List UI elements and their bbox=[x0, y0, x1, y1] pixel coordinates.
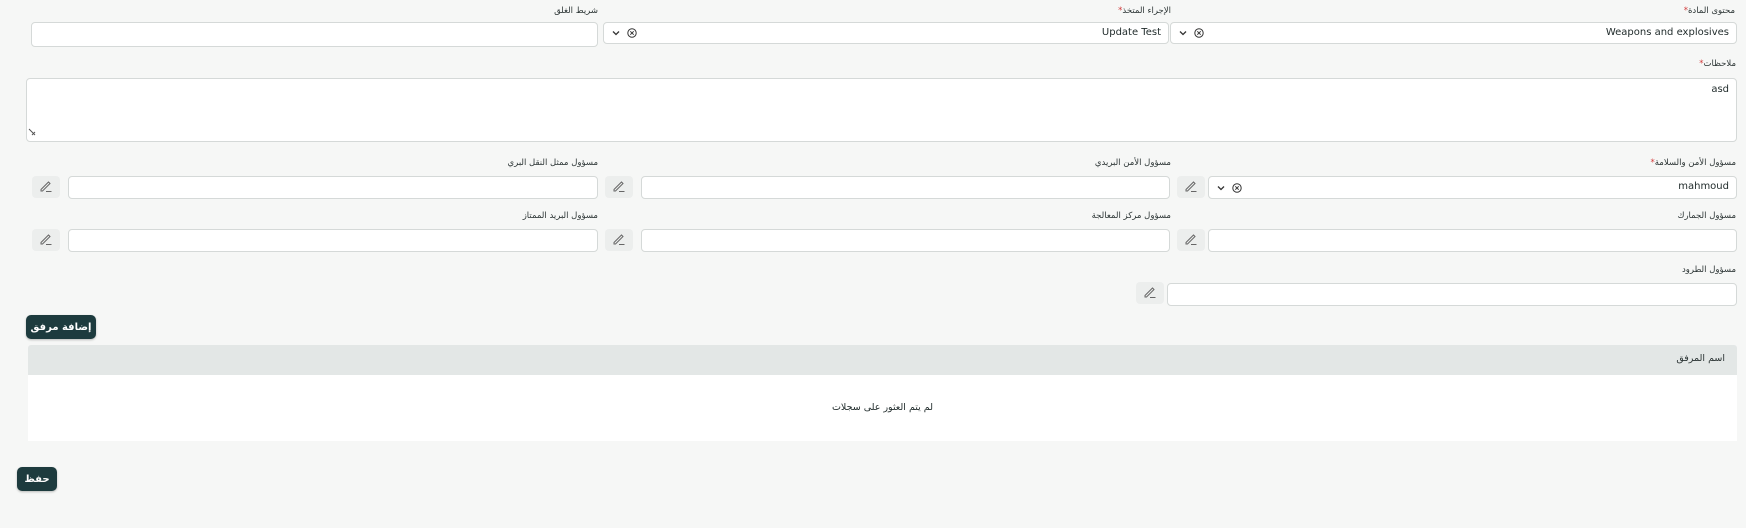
parcels-officer-label: مسؤول الطرود bbox=[1681, 265, 1736, 275]
safety-officer-label: مسؤول الأمن والسلامة* bbox=[1650, 158, 1736, 168]
material-content-label: محتوى المادة* bbox=[1683, 6, 1735, 16]
material-content-select[interactable]: Weapons and explosives bbox=[1170, 22, 1737, 44]
pencil-icon bbox=[39, 231, 53, 250]
safety-officer-edit-button[interactable] bbox=[1177, 176, 1205, 198]
attachments-table-header: اسم المرفق bbox=[28, 345, 1737, 375]
action-taken-select[interactable]: Update Test bbox=[603, 22, 1169, 44]
processing-center-officer-edit-button[interactable] bbox=[605, 229, 633, 251]
chevron-down-icon[interactable] bbox=[612, 30, 620, 36]
notes-value: asd bbox=[1711, 84, 1729, 95]
processing-center-officer-input[interactable] bbox=[641, 229, 1170, 252]
express-mail-officer-input[interactable] bbox=[68, 229, 598, 252]
express-mail-officer-label: مسؤول البريد الممتاز bbox=[522, 211, 598, 221]
land-transport-officer-label: مسؤول ممثل النقل البري bbox=[507, 158, 599, 168]
pencil-icon bbox=[39, 178, 53, 197]
safety-officer-select[interactable]: mahmoud bbox=[1208, 176, 1737, 199]
action-taken-label: الإجراء المتخذ* bbox=[1118, 6, 1171, 16]
notes-label: ملاحظات* bbox=[1699, 59, 1736, 69]
customs-officer-label: مسؤول الجمارك bbox=[1677, 211, 1736, 221]
notes-textarea[interactable]: asd bbox=[26, 78, 1737, 142]
pencil-icon bbox=[612, 231, 626, 250]
action-taken-value: Update Test bbox=[1101, 27, 1161, 38]
land-transport-officer-input[interactable] bbox=[68, 176, 598, 199]
pencil-icon bbox=[1184, 231, 1198, 250]
chevron-down-icon[interactable] bbox=[1217, 185, 1225, 191]
attachments-table-body: لم يتم العثور على سجلات bbox=[28, 375, 1737, 441]
parcels-officer-edit-button[interactable] bbox=[1136, 282, 1164, 304]
postal-security-officer-input[interactable] bbox=[641, 176, 1170, 199]
express-mail-officer-edit-button[interactable] bbox=[32, 229, 60, 251]
attachment-name-column-header[interactable]: اسم المرفق bbox=[1676, 353, 1725, 364]
clear-icon[interactable] bbox=[1232, 183, 1242, 193]
material-content-value: Weapons and explosives bbox=[1605, 27, 1729, 38]
clear-icon[interactable] bbox=[627, 28, 637, 38]
clear-icon[interactable] bbox=[1194, 28, 1204, 38]
pencil-icon bbox=[612, 178, 626, 197]
safety-officer-value: mahmoud bbox=[1678, 181, 1729, 192]
parcels-officer-input[interactable] bbox=[1167, 283, 1737, 306]
pencil-icon bbox=[1184, 178, 1198, 197]
postal-security-officer-label: مسؤول الأمن البريدي bbox=[1094, 158, 1171, 168]
save-button[interactable]: حفظ bbox=[17, 467, 57, 491]
add-attachment-button[interactable]: إضافة مرفق bbox=[26, 315, 96, 339]
processing-center-officer-label: مسؤول مركز المعالجة bbox=[1091, 211, 1171, 221]
customs-officer-input[interactable] bbox=[1208, 229, 1737, 252]
postal-security-officer-edit-button[interactable] bbox=[605, 176, 633, 198]
pencil-icon bbox=[1143, 284, 1157, 303]
chevron-down-icon[interactable] bbox=[1179, 30, 1187, 36]
lock-tape-label: شريط الغلق bbox=[554, 6, 598, 16]
customs-officer-edit-button[interactable] bbox=[1177, 229, 1205, 251]
lock-tape-input[interactable] bbox=[31, 22, 598, 47]
empty-table-message: لم يتم العثور على سجلات bbox=[831, 402, 934, 413]
resize-handle-icon[interactable] bbox=[28, 121, 36, 140]
land-transport-officer-edit-button[interactable] bbox=[32, 176, 60, 198]
